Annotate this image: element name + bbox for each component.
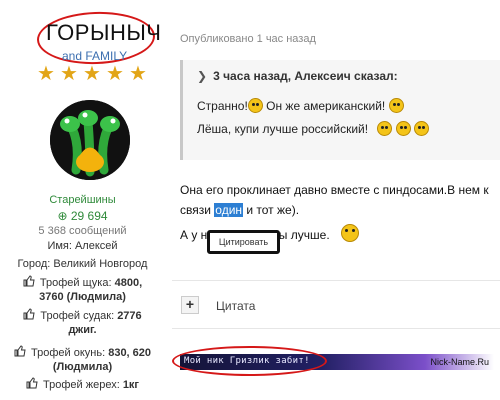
quote-text: Странно! (197, 99, 248, 113)
trophy-zander: Трофей судак: 2776 джиг. (0, 308, 165, 337)
post-timestamp[interactable]: Опубликовано 1 час назад (180, 33, 316, 45)
rank-stars: ★ ★ ★ ★ ★ (37, 64, 149, 84)
quote-text: Он же американский! (262, 99, 386, 113)
avatar-dragon (50, 100, 130, 180)
trophy-asp: Трофей жерех: 1кг (0, 377, 165, 392)
user-city: Город: Великий Новгород (17, 258, 148, 270)
thumbs-up-icon (23, 308, 35, 320)
user-subtitle: and FAMILY (62, 49, 128, 63)
quote-selection-button[interactable]: Цитировать (207, 230, 280, 254)
quote-author-line: 3 часа назад, Алексеич сказал: (213, 69, 398, 83)
star-icon: ★ (106, 63, 124, 85)
smiley-icon (341, 224, 359, 242)
star-icon: ★ (129, 63, 147, 85)
trophy-label: Трофей щука: (39, 277, 115, 289)
star-icon: ★ (60, 63, 78, 85)
selected-text: один (214, 203, 244, 217)
avatar[interactable] (50, 100, 130, 180)
user-rank: Старейшины (49, 194, 116, 206)
trophy-label: Трофей судак: (40, 310, 118, 322)
post-text: ты лучше. (273, 228, 330, 242)
post-text-line-2: связи один и тот же). (180, 203, 299, 217)
quote-line-1: Странно! Он же американский! (197, 98, 404, 113)
reputation-plus-icon: ⊕ (57, 209, 68, 223)
trophy-value: 830, 620 (108, 347, 152, 359)
trophy-value: 2776 (117, 310, 142, 322)
smiley-icon (388, 98, 404, 113)
trophy-perch: Трофей окунь: 830, 620 (Людмила) (0, 345, 165, 374)
post-count: 5 368 сообщений (38, 225, 127, 237)
trophy-value: 1кг (122, 379, 140, 391)
thumbs-up-icon (14, 345, 26, 357)
divider (172, 280, 500, 281)
thumbs-up-icon (23, 275, 35, 287)
smiley-icon (414, 121, 430, 136)
quote-arrow-icon[interactable]: ❯ (197, 69, 207, 83)
username[interactable]: ГОРЫНЫЧ (46, 20, 161, 46)
user-real-name: Имя: Алексей (47, 240, 118, 252)
trophy-label: Трофей жерех: (43, 379, 123, 391)
quote-button[interactable]: Цитата (216, 299, 255, 313)
quote-text: Лёша, купи лучше российский! (197, 122, 369, 136)
quote-header: ❯ 3 часа назад, Алексеич сказал: (197, 69, 398, 83)
signature-site[interactable]: Nick-Name.Ru (430, 357, 489, 367)
red-highlight-oval (172, 346, 327, 376)
reputation-value: 29 694 (70, 209, 108, 223)
reputation: ⊕ 29 694 (0, 209, 165, 223)
trophy-value: 4800, (114, 277, 143, 289)
smiley-icon (247, 98, 263, 113)
post-text-line-1: Она его проклинает давно вместе с пиндос… (180, 183, 489, 197)
plus-icon[interactable]: + (181, 296, 199, 314)
trophy-value-line2: (Людмила) (52, 361, 113, 373)
divider (172, 328, 500, 329)
post-text: и тот же). (243, 203, 300, 217)
post-text: связи (180, 203, 215, 217)
thumbs-up-icon (26, 377, 38, 389)
trophy-value-line2: джиг. (68, 324, 97, 336)
star-icon: ★ (37, 63, 55, 85)
quote-line-2: Лёша, купи лучше российский! (197, 121, 430, 136)
post-text: А у н (180, 228, 208, 242)
trophy-value-line2: 3760 (Людмила) (39, 291, 126, 303)
star-icon: ★ (83, 63, 101, 85)
smiley-icon (377, 121, 393, 136)
smiley-icon (395, 121, 411, 136)
trophy-pike: Трофей щука: 4800, 3760 (Людмила) (0, 275, 165, 304)
user-panel: ГОРЫНЫЧ and FAMILY ★ ★ ★ ★ ★ Старейшины … (0, 0, 165, 400)
quote-block: ❯ 3 часа назад, Алексеич сказал: Странно!… (180, 60, 500, 160)
trophy-label: Трофей окунь: (31, 347, 109, 359)
